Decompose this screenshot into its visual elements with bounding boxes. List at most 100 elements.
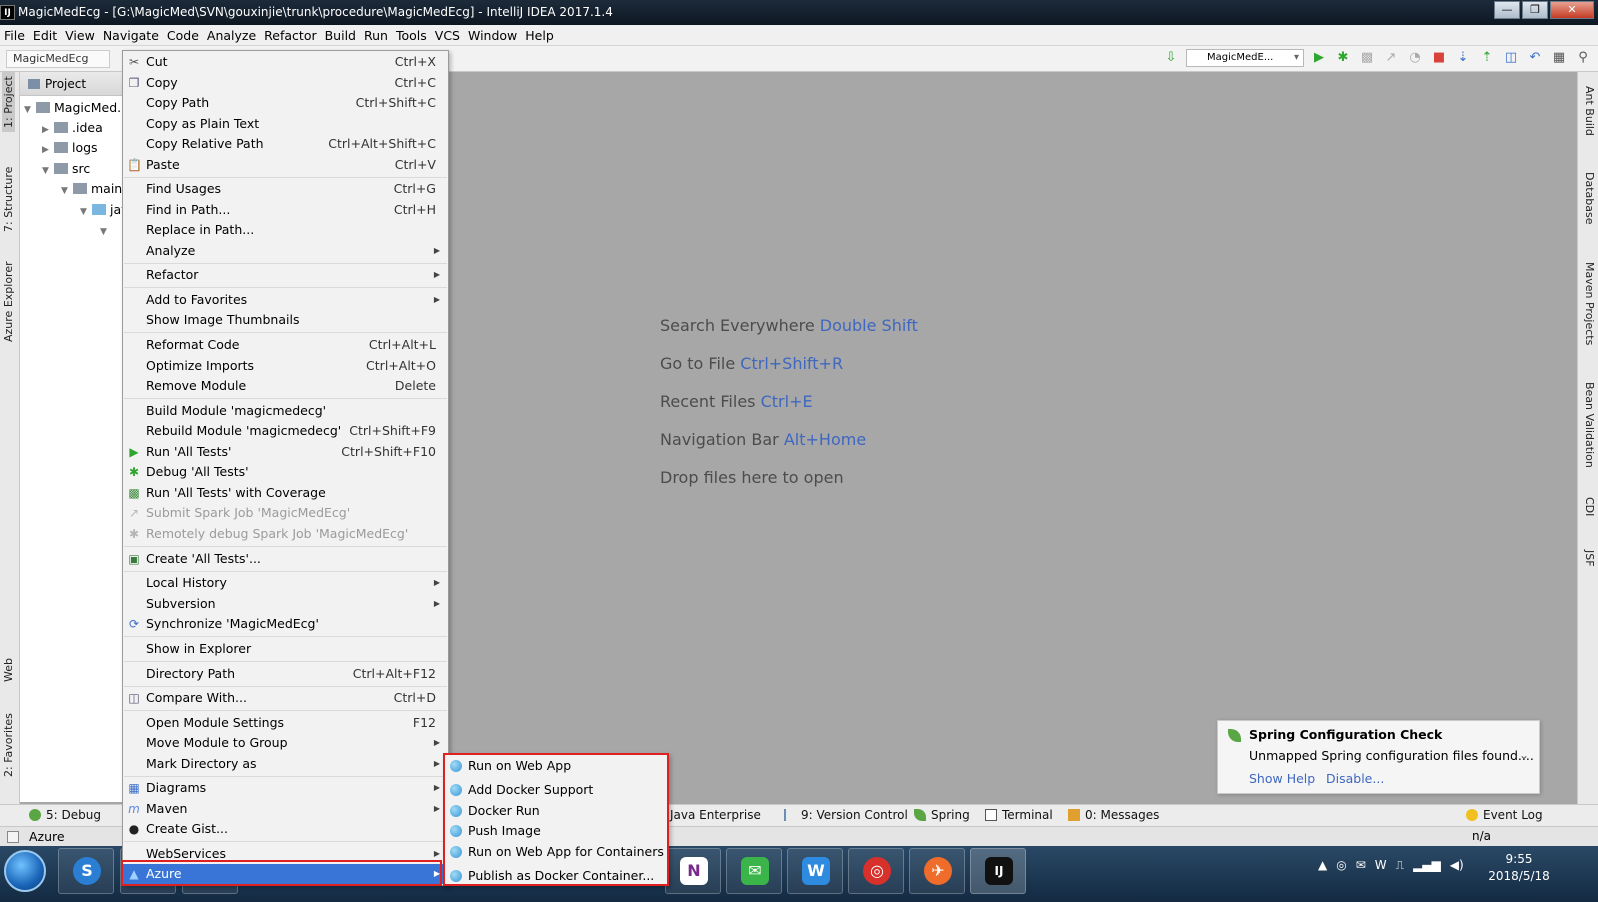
menu-item-webservices[interactable]: WebServices ▶ — [123, 844, 448, 864]
menu-item-maven[interactable]: m Maven ▶ — [123, 799, 448, 819]
taskbar-intellij[interactable]: IJ — [970, 848, 1026, 894]
menu-item-copy-relative-path[interactable]: Copy Relative Path Ctrl+Alt+Shift+C — [123, 134, 448, 154]
menu-item-remove-module[interactable]: Remove Module Delete — [123, 376, 448, 396]
tree-item-idea[interactable]: ▶ .idea — [42, 118, 103, 138]
tree-item-main[interactable]: ▼ main — [61, 179, 122, 199]
submenu-item-push-image[interactable]: Push Image — [445, 821, 667, 841]
menu-vcs[interactable]: VCS — [431, 25, 464, 45]
menu-item-synchronize[interactable]: ⟳ Synchronize 'MagicMedEcg' — [123, 614, 448, 634]
menu-item-open-module-settings[interactable]: Open Module Settings F12 — [123, 713, 448, 733]
menu-item-copy-path[interactable]: Copy Path Ctrl+Shift+C — [123, 93, 448, 113]
tray-wps-icon[interactable]: W — [1375, 858, 1387, 873]
menu-refactor[interactable]: Refactor — [260, 25, 320, 45]
menu-item-reformat-code[interactable]: Reformat Code Ctrl+Alt+L — [123, 335, 448, 355]
run-icon[interactable]: ▶ — [1310, 49, 1328, 67]
minimize-button[interactable]: — — [1494, 1, 1520, 19]
vcs-update-icon[interactable]: ⇣ — [1454, 49, 1472, 67]
expand-icon[interactable]: ▼ — [42, 161, 54, 181]
tab-version-control[interactable]: 9: Version Control — [784, 808, 908, 822]
tab-messages[interactable]: 0: Messages — [1068, 808, 1159, 822]
expand-icon[interactable]: ▼ — [24, 100, 36, 120]
menu-code[interactable]: Code — [163, 25, 203, 45]
menu-item-analyze[interactable]: Analyze ▶ — [123, 241, 448, 261]
coverage-icon[interactable]: ▩ — [1358, 49, 1376, 67]
expand-icon[interactable]: ▼ — [80, 202, 92, 222]
tree-item-logs[interactable]: ▶ logs — [42, 138, 98, 158]
profile-icon[interactable]: ↗ — [1382, 49, 1400, 67]
taskbar-clock[interactable]: 9:55 2018/5/18 — [1487, 851, 1551, 885]
navigation-breadcrumb[interactable]: MagicMedEcg — [6, 50, 110, 68]
menu-item-replace-in-path[interactable]: Replace in Path... — [123, 220, 448, 240]
menu-item-local-history[interactable]: Local History ▶ — [123, 573, 448, 593]
taskbar-onenote[interactable]: N — [665, 848, 721, 894]
run-config-select[interactable]: MagicMedE... — [1186, 49, 1304, 67]
menu-item-azure[interactable]: ▲ Azure ▶ — [123, 864, 448, 884]
tray-network-icon[interactable]: ▂▄▆ — [1413, 858, 1441, 873]
menu-navigate[interactable]: Navigate — [99, 25, 163, 45]
menu-item-paste[interactable]: 📋 Paste Ctrl+V — [123, 155, 448, 175]
tree-item-root[interactable]: ▼ MagicMed... — [24, 98, 129, 118]
menu-tools[interactable]: Tools — [392, 25, 431, 45]
build-icon[interactable]: ⇩ — [1162, 49, 1180, 67]
disable-link[interactable]: Disable... — [1326, 771, 1384, 786]
debug-icon[interactable]: ✱ — [1334, 49, 1352, 67]
menu-item-show-in-explorer[interactable]: Show in Explorer — [123, 639, 448, 659]
taskbar-postman[interactable]: ✈ — [909, 848, 965, 894]
expand-icon[interactable]: ▶ — [42, 140, 54, 160]
menu-item-show-image-thumbnails[interactable]: Show Image Thumbnails — [123, 310, 448, 330]
menu-item-move-module-to-group[interactable]: Move Module to Group ▶ — [123, 733, 448, 753]
submenu-item-add-docker-support[interactable]: Add Docker Support — [445, 780, 667, 800]
tab-maven-projects[interactable]: Maven Projects — [1583, 262, 1596, 345]
tab-cdi[interactable]: CDI — [1583, 497, 1596, 516]
tab-terminal[interactable]: Terminal — [985, 808, 1053, 822]
tree-item-src[interactable]: ▼ src — [42, 159, 90, 179]
tray-netease-icon[interactable]: ◎ — [1336, 858, 1346, 873]
tab-ant-build[interactable]: Ant Build — [1583, 86, 1596, 136]
tab-favorites[interactable]: 2: Favorites — [2, 713, 15, 777]
submenu-item-publish-docker-container[interactable]: Publish as Docker Container... — [445, 866, 667, 886]
menu-item-find-usages[interactable]: Find Usages Ctrl+G — [123, 179, 448, 199]
menu-view[interactable]: View — [61, 25, 99, 45]
menu-item-subversion[interactable]: Subversion ▶ — [123, 594, 448, 614]
menu-item-mark-directory-as[interactable]: Mark Directory as ▶ — [123, 754, 448, 774]
menu-analyze[interactable]: Analyze — [203, 25, 260, 45]
menu-item-run-all-tests[interactable]: ▶ Run 'All Tests' Ctrl+Shift+F10 — [123, 442, 448, 462]
taskbar-sogou[interactable]: S — [58, 848, 114, 894]
menu-help[interactable]: Help — [521, 25, 558, 45]
taskbar-wps[interactable]: W — [787, 848, 843, 894]
chevron-down-icon[interactable]: ⌄ — [1519, 748, 1529, 762]
tab-jsf[interactable]: JSF — [1583, 550, 1596, 567]
tree-item-package[interactable]: ▼ — [100, 220, 112, 240]
attach-icon[interactable]: ◔ — [1406, 49, 1424, 67]
close-button[interactable]: ✕ — [1550, 1, 1594, 19]
vcs-commit-icon[interactable]: ⇡ — [1478, 49, 1496, 67]
menu-item-find-in-path[interactable]: Find in Path... Ctrl+H — [123, 200, 448, 220]
menu-window[interactable]: Window — [464, 25, 521, 45]
menu-item-copy[interactable]: ❐ Copy Ctrl+C — [123, 73, 448, 93]
tray-usb-icon[interactable]: ⎍ — [1396, 858, 1404, 873]
tab-web[interactable]: Web — [2, 658, 15, 682]
tab-azure-explorer[interactable]: Azure Explorer — [2, 261, 15, 342]
vcs-revert-icon[interactable]: ↶ — [1526, 49, 1544, 67]
menu-item-debug-all-tests[interactable]: ✱ Debug 'All Tests' — [123, 462, 448, 482]
menu-run[interactable]: Run — [360, 25, 392, 45]
menu-item-run-with-coverage[interactable]: ▩ Run 'All Tests' with Coverage — [123, 483, 448, 503]
tab-database[interactable]: Database — [1583, 172, 1596, 225]
menu-item-directory-path[interactable]: Directory Path Ctrl+Alt+F12 — [123, 664, 448, 684]
tab-event-log[interactable]: Event Log — [1466, 808, 1543, 822]
project-structure-icon[interactable]: ▦ — [1550, 49, 1568, 67]
tab-spring[interactable]: Spring — [914, 808, 970, 822]
menu-item-add-to-favorites[interactable]: Add to Favorites ▶ — [123, 290, 448, 310]
tray-expand-icon[interactable]: ▲ — [1318, 858, 1327, 873]
menu-item-build-module[interactable]: Build Module 'magicmedecg' — [123, 401, 448, 421]
menu-item-rebuild-module[interactable]: Rebuild Module 'magicmedecg' Ctrl+Shift+F… — [123, 421, 448, 441]
start-button[interactable] — [4, 850, 46, 892]
menu-item-diagrams[interactable]: ▦ Diagrams ▶ — [123, 778, 448, 798]
taskbar-netease-music[interactable]: ◎ — [848, 848, 904, 894]
tab-project[interactable]: 1: Project — [2, 72, 15, 132]
taskbar-wechat[interactable]: ✉ — [726, 848, 782, 894]
menu-item-compare-with[interactable]: ◫ Compare With... Ctrl+D — [123, 688, 448, 708]
menu-build[interactable]: Build — [321, 25, 360, 45]
maximize-button[interactable]: ❐ — [1522, 1, 1548, 19]
menu-item-refactor[interactable]: Refactor ▶ — [123, 265, 448, 285]
